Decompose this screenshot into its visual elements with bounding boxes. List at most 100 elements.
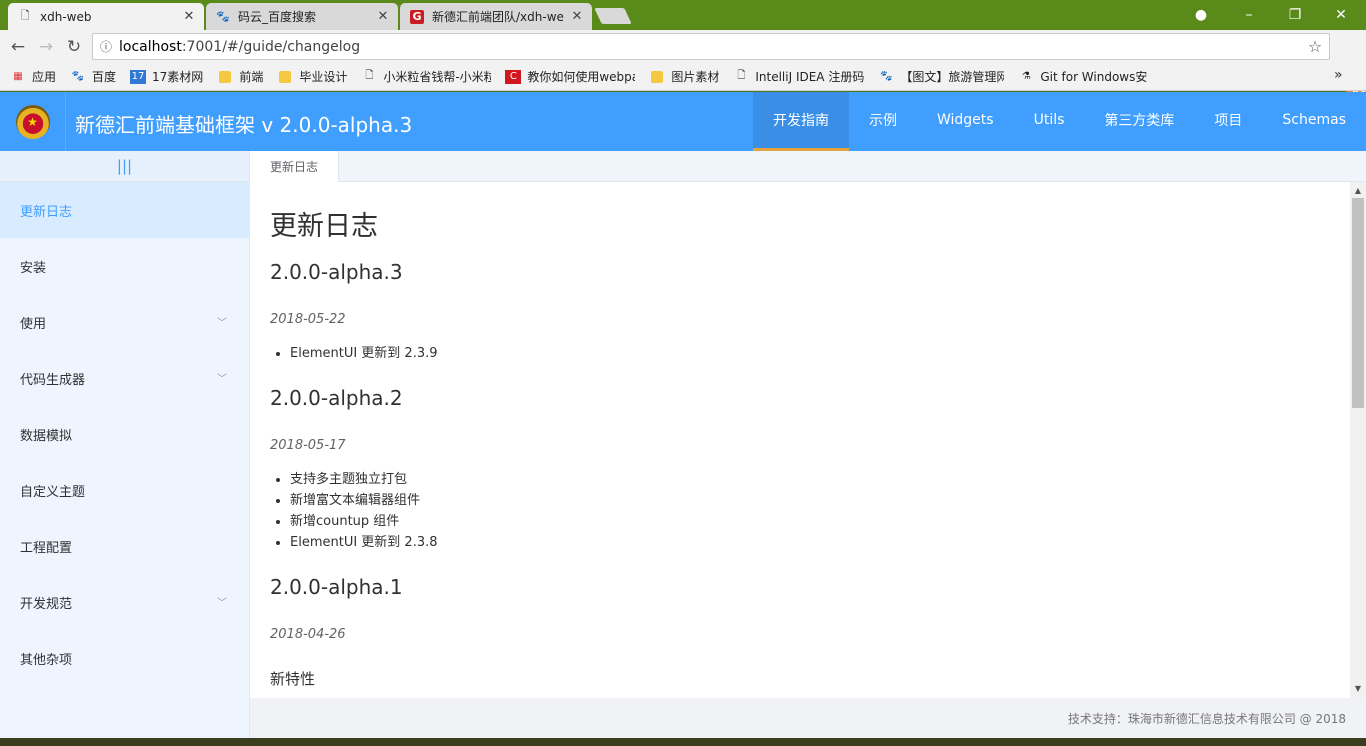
minimize-button[interactable]: –: [1226, 0, 1272, 30]
app-logo[interactable]: ★: [0, 92, 66, 151]
page-footer: 技术支持：珠海市新德汇信息技术有限公司 @ 2018: [250, 698, 1366, 738]
bookmark-apps[interactable]: ▦ 应用: [10, 68, 56, 85]
release-date: 2018-04-26: [270, 627, 346, 642]
sidebar-collapse-toggle[interactable]: |||: [0, 151, 249, 182]
bookmark-item[interactable]: 🗋 小米粒省钱帮-小米粒: [361, 68, 491, 85]
sidebar-item-install[interactable]: 安装: [0, 238, 249, 294]
release-version: 2.0.0-alpha.3: [270, 260, 403, 284]
desktop-background: [0, 738, 1366, 746]
address-bar[interactable]: ⓘ localhost:7001/#/guide/changelog ☆: [92, 33, 1330, 60]
folder-icon: [277, 70, 293, 84]
browser-tab-label: xdh-web: [40, 9, 92, 24]
app-header: ★ 新德汇前端基础框架 v 2.0.0-alpha.3 开发指南 示例 Widg…: [0, 92, 1366, 151]
sidebar-item-usage[interactable]: 使用 ﹀: [0, 294, 249, 350]
folder-icon: [217, 70, 233, 84]
forward-arrow-icon[interactable]: →: [34, 35, 58, 59]
bookmark-folder[interactable]: 前端: [217, 68, 263, 85]
nav-examples[interactable]: 示例: [849, 92, 917, 151]
nav-guide[interactable]: 开发指南: [752, 92, 849, 151]
browser-tab-baidu[interactable]: 🐾 码云_百度搜索 ✕: [206, 3, 398, 30]
nav-utils[interactable]: Utils: [1014, 92, 1085, 151]
chevron-down-icon: ﹀: [217, 318, 227, 329]
footer-text: 技术支持：珠海市新德汇信息技术有限公司 @ 2018: [1067, 711, 1346, 726]
baidu-paw-icon: 🐾: [216, 10, 230, 23]
browser-tab-gitee[interactable]: G 新德汇前端团队/xdh-web ✕: [400, 3, 592, 30]
content-scrollbar[interactable]: ▲ ▼: [1350, 182, 1366, 698]
site-logo-icon: C: [505, 69, 522, 84]
browser-toolbar: ← → ↻ ⓘ localhost:7001/#/guide/changelog…: [0, 30, 1366, 106]
list-item: ElementUI 更新到 2.3.9: [290, 343, 438, 364]
police-emblem-icon: ★: [15, 104, 50, 139]
release-date: 2018-05-17: [270, 438, 346, 453]
release-notes: ElementUI 更新到 2.3.9: [290, 343, 438, 364]
bookmarks-bar: ▦ 应用 🐾 百度 17 17素材网 前端 毕业设计 🗋 小米粒省钱帮-小米粒 C 教你如…: [0, 63, 1366, 91]
release-date: 2018-05-22: [270, 312, 346, 327]
sidebar-item-config[interactable]: 工程配置: [0, 518, 249, 574]
bookmark-item[interactable]: 🗋 IntelliJ IDEA 注册码: [733, 68, 864, 85]
sidebar-item-mock[interactable]: 数据模拟: [0, 406, 249, 462]
baidu-paw-icon: 🐾: [880, 71, 893, 82]
scrollbar-thumb[interactable]: [1352, 198, 1364, 408]
sidebar: ||| 更新日志 安装 使用 ﹀ 代码生成器 ﹀ 数据模拟 自定义主题 工程配置 开…: [0, 151, 250, 746]
browser-tab-xdh-web[interactable]: 🗋 xdh-web ✕: [8, 3, 204, 30]
list-item: 新增countup 组件: [290, 511, 438, 532]
gitee-logo-icon: G: [410, 9, 424, 24]
browser-tab-label: 新德汇前端团队/xdh-web: [432, 10, 564, 24]
close-icon[interactable]: ✕: [182, 9, 196, 24]
nav-widgets[interactable]: Widgets: [917, 92, 1014, 151]
bookmark-item[interactable]: ⚗ Git for Windows安: [1018, 68, 1148, 85]
app-title: 新德汇前端基础框架 v 2.0.0-alpha.3: [75, 113, 413, 137]
git-logo-icon: ⚗: [1021, 71, 1031, 82]
bookmark-item[interactable]: C教你如何使用webpack: [505, 68, 635, 85]
page-tabs-bar: 更新日志: [250, 151, 1366, 182]
folder-icon: [649, 70, 665, 84]
nav-third-party[interactable]: 第三方类库: [1084, 92, 1194, 151]
bookmark-star-icon[interactable]: ☆: [1301, 37, 1329, 56]
collapse-bars-icon: |||: [116, 157, 133, 175]
nav-projects[interactable]: 项目: [1194, 92, 1262, 151]
back-arrow-icon[interactable]: ←: [6, 35, 30, 59]
chevron-down-icon: ﹀: [217, 374, 227, 385]
scroll-down-icon[interactable]: ▼: [1350, 682, 1366, 696]
close-icon[interactable]: ✕: [570, 9, 584, 24]
release-version: 2.0.0-alpha.1: [270, 575, 403, 599]
list-item: 支持多主题独立打包: [290, 469, 438, 490]
apps-grid-icon: ▦: [13, 71, 23, 82]
list-item: ElementUI 更新到 2.3.8: [290, 532, 438, 553]
nav-schemas[interactable]: Schemas: [1262, 92, 1366, 151]
sidebar-item-theme[interactable]: 自定义主题: [0, 462, 249, 518]
reload-icon[interactable]: ↻: [62, 35, 86, 59]
sidebar-item-changelog[interactable]: 更新日志: [0, 182, 249, 238]
browser-tab-label: 码云_百度搜索: [238, 10, 317, 24]
bookmark-item[interactable]: 🐾 百度: [70, 68, 116, 85]
bookmark-item[interactable]: 🐾 【图文】旅游管理网: [878, 68, 1004, 85]
url-text[interactable]: localhost:7001/#/guide/changelog: [119, 39, 1301, 55]
site-logo-icon: 17: [130, 69, 147, 84]
page-icon: 🗋: [737, 70, 746, 81]
new-tab-button[interactable]: [594, 8, 632, 24]
more-bookmarks-icon[interactable]: »: [1334, 67, 1343, 83]
release-notes: 支持多主题独立打包 新增富文本编辑器组件 新增countup 组件 Elemen…: [290, 469, 438, 553]
chevron-down-icon: ﹀: [217, 598, 227, 609]
page-icon: 🗋: [365, 70, 374, 81]
browser-tab-strip: 🗋 xdh-web ✕ 🐾 码云_百度搜索 ✕ G 新德汇前端团队/xdh-we…: [0, 0, 1366, 30]
bookmark-item[interactable]: 17 17素材网: [130, 68, 203, 85]
close-icon[interactable]: ✕: [376, 9, 390, 24]
baidu-paw-icon: 🐾: [71, 71, 85, 82]
sidebar-item-misc[interactable]: 其他杂项: [0, 630, 249, 686]
page-tab-changelog[interactable]: 更新日志: [250, 151, 339, 182]
top-nav: 开发指南 示例 Widgets Utils 第三方类库 项目 Schemas: [752, 92, 1366, 151]
list-item: 新增富文本编辑器组件: [290, 490, 438, 511]
restore-button[interactable]: ❐: [1272, 0, 1318, 30]
window-close-button[interactable]: ✕: [1318, 0, 1364, 30]
page-icon: 🗋: [20, 9, 30, 22]
info-icon[interactable]: ⓘ: [93, 38, 119, 55]
bookmark-folder[interactable]: 毕业设计: [277, 68, 347, 85]
scroll-up-icon[interactable]: ▲: [1350, 184, 1366, 198]
bookmark-folder[interactable]: 图片素材: [649, 68, 719, 85]
sidebar-item-codegen[interactable]: 代码生成器 ﹀: [0, 350, 249, 406]
sidebar-item-standards[interactable]: 开发规范 ﹀: [0, 574, 249, 630]
release-version: 2.0.0-alpha.2: [270, 386, 403, 410]
profile-icon[interactable]: ●: [1178, 0, 1224, 30]
section-subheading: 新特性: [270, 670, 316, 688]
